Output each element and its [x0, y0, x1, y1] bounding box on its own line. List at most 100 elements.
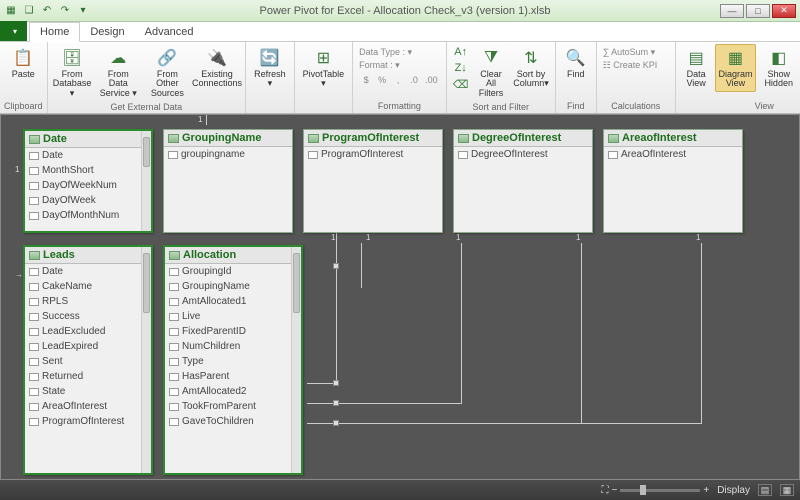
format-dropdown[interactable]: Format : ▾ [359, 59, 440, 72]
tab-design[interactable]: Design [80, 23, 134, 41]
data-type-dropdown[interactable]: Data Type : ▾ [359, 46, 440, 59]
diagram-canvas[interactable]: 1 1 1 1 1 1 1 → Date DateMonthShortDayOf… [0, 114, 800, 480]
table-programofinterest[interactable]: ProgramOfInterest ProgramOfInterest [303, 129, 443, 233]
create-kpi-button[interactable]: ☷ Create KPI [603, 59, 669, 72]
column-icon [169, 298, 179, 306]
field-item[interactable]: ProgramOfInterest [25, 414, 151, 429]
relationship-endpoint[interactable] [333, 400, 339, 406]
field-item[interactable]: Type [165, 354, 301, 369]
field-item[interactable]: AreaOfInterest [25, 399, 151, 414]
field-item[interactable]: Returned [25, 369, 151, 384]
diagram-view-toggle[interactable]: ▦ [780, 484, 794, 496]
field-item[interactable]: AreaOfInterest [604, 147, 742, 162]
data-view-button[interactable]: ▤Data View [680, 44, 713, 92]
diagram-view-button[interactable]: ▦Diagram View [715, 44, 757, 92]
sort-desc-button[interactable]: Z↓ [451, 60, 471, 76]
from-data-service-button[interactable]: ☁From Data Service ▾ [95, 44, 142, 101]
minimize-button[interactable]: — [720, 4, 744, 18]
fit-to-screen-button[interactable]: ⛶ [602, 485, 609, 496]
field-item[interactable]: FixedParentID [165, 324, 301, 339]
qat-save-icon[interactable]: ❏ [22, 4, 36, 18]
field-item[interactable]: GroupingName [165, 279, 301, 294]
increase-decimal-button[interactable]: .0 [407, 73, 421, 87]
qat-dropdown-icon[interactable]: ▾ [76, 4, 90, 18]
from-database-button[interactable]: 🗄From Database ▾ [52, 44, 93, 101]
paste-button[interactable]: 📋Paste [7, 44, 39, 82]
field-item[interactable]: ProgramOfInterest [304, 147, 442, 162]
maximize-button[interactable]: □ [746, 4, 770, 18]
field-item[interactable]: MonthShort [25, 163, 151, 178]
from-other-sources-button[interactable]: 🔗From Other Sources [144, 44, 191, 101]
table-scrollbar[interactable] [291, 247, 301, 473]
field-item[interactable]: GaveToChildren [165, 414, 301, 429]
data-view-toggle[interactable]: ▤ [758, 484, 772, 496]
column-icon [169, 343, 179, 351]
refresh-icon: 🔄 [259, 47, 281, 69]
tab-home[interactable]: Home [29, 22, 80, 42]
zoom-in-button[interactable]: + [703, 485, 709, 496]
field-item[interactable]: LeadExcluded [25, 324, 151, 339]
field-item[interactable]: Sent [25, 354, 151, 369]
table-degreeofinterest[interactable]: DegreeOfInterest DegreeOfInterest [453, 129, 593, 233]
table-groupingname[interactable]: GroupingName groupingname [163, 129, 293, 233]
field-item[interactable]: DayOfWeek [25, 193, 151, 208]
clear-filters-button[interactable]: ⧩Clear All Filters [473, 44, 510, 101]
percent-button[interactable]: % [375, 73, 389, 87]
show-hidden-button[interactable]: ◧Show Hidden [758, 44, 799, 92]
field-item[interactable]: AmtAllocated1 [165, 294, 301, 309]
field-item[interactable]: GroupingId [165, 264, 301, 279]
table-scrollbar[interactable] [141, 247, 151, 473]
find-button[interactable]: 🔍Find [560, 44, 592, 82]
table-allocation[interactable]: Allocation GroupingIdGroupingNameAmtAllo… [163, 245, 303, 475]
sort-desc-icon: Z↓ [454, 61, 468, 75]
field-item[interactable]: Success [25, 309, 151, 324]
relationship-endpoint[interactable] [333, 380, 339, 386]
table-title: Date [43, 133, 67, 145]
sort-asc-button[interactable]: A↑ [451, 44, 471, 60]
field-item[interactable]: LeadExpired [25, 339, 151, 354]
field-item[interactable]: Date [25, 264, 151, 279]
close-button[interactable]: ✕ [772, 4, 796, 18]
field-item[interactable]: State [25, 384, 151, 399]
currency-button[interactable]: $ [359, 73, 373, 87]
relationship-endpoint[interactable] [333, 420, 339, 426]
zoom-out-button[interactable]: − [612, 485, 618, 496]
clear-sort-button[interactable]: ⌫ [451, 76, 471, 92]
table-areaofinterest[interactable]: AreaofInterest AreaOfInterest [603, 129, 743, 233]
table-leads[interactable]: Leads DateCakeNameRPLSSuccessLeadExclude… [23, 245, 153, 475]
field-item[interactable]: CakeName [25, 279, 151, 294]
field-item[interactable]: Live [165, 309, 301, 324]
field-item[interactable]: DayOfMonthNum [25, 208, 151, 223]
field-item[interactable]: groupingname [164, 147, 292, 162]
field-item[interactable]: Date [25, 148, 151, 163]
zoom-slider[interactable] [620, 489, 700, 492]
paste-icon: 📋 [12, 47, 34, 69]
qat-redo-icon[interactable]: ↷ [58, 4, 72, 18]
field-item[interactable]: TookFromParent [165, 399, 301, 414]
table-icon [458, 134, 469, 143]
connections-icon: 🔌 [206, 47, 228, 69]
column-icon [169, 418, 179, 426]
comma-button[interactable]: , [391, 73, 405, 87]
group-label-view: View [755, 100, 774, 113]
refresh-button[interactable]: 🔄Refresh ▾ [250, 44, 290, 92]
qat-undo-icon[interactable]: ↶ [40, 4, 54, 18]
field-item[interactable]: RPLS [25, 294, 151, 309]
table-scrollbar[interactable] [141, 131, 151, 231]
field-item[interactable]: DayOfWeekNum [25, 178, 151, 193]
field-item[interactable]: NumChildren [165, 339, 301, 354]
existing-connections-button[interactable]: 🔌Existing Connections [193, 44, 241, 92]
quick-access-toolbar: ▦ ❏ ↶ ↷ ▾ [4, 4, 90, 18]
table-date[interactable]: Date DateMonthShortDayOfWeekNumDayOfWeek… [23, 129, 153, 233]
field-item[interactable]: DegreeOfInterest [454, 147, 592, 162]
sort-by-column-button[interactable]: ⇅Sort by Column▾ [511, 44, 550, 92]
pivottable-button[interactable]: ⊞PivotTable ▾ [299, 44, 349, 92]
field-item[interactable]: AmtAllocated2 [165, 384, 301, 399]
relationship-endpoint[interactable] [333, 263, 339, 269]
file-tab[interactable] [0, 21, 27, 41]
field-item[interactable]: HasParent [165, 369, 301, 384]
tab-advanced[interactable]: Advanced [135, 23, 204, 41]
decrease-decimal-button[interactable]: .00 [423, 73, 440, 87]
autosum-button[interactable]: ∑ AutoSum ▾ [603, 46, 669, 59]
excel-icon: ▦ [4, 4, 18, 18]
